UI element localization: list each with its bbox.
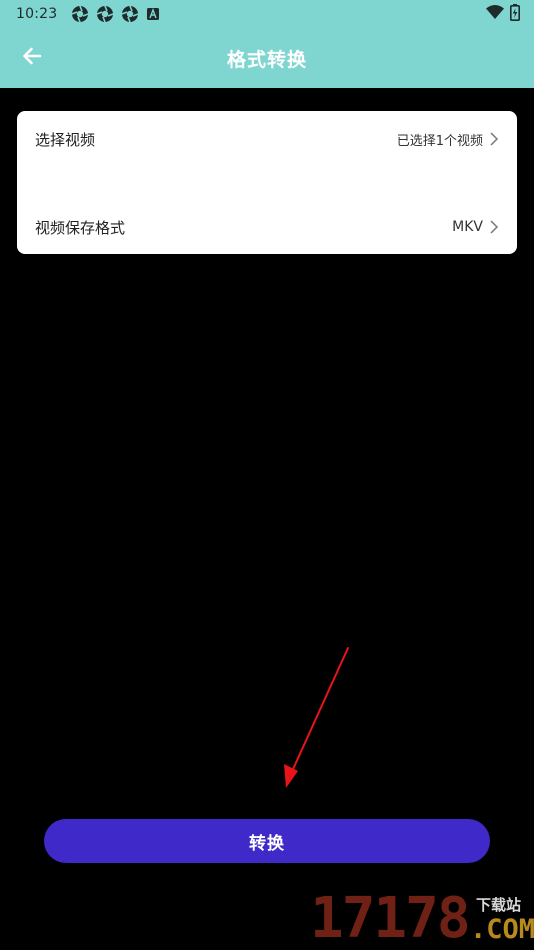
chevron-right-icon	[489, 219, 499, 235]
select-video-label: 选择视频	[35, 130, 96, 149]
text-a-icon	[146, 5, 164, 23]
wifi-icon	[486, 5, 504, 23]
select-video-row[interactable]: 选择视频 已选择1个视频	[17, 111, 517, 167]
aperture-icon	[96, 5, 114, 23]
save-format-value: MKV	[452, 219, 483, 235]
status-time: 10:23	[16, 6, 58, 22]
save-format-row[interactable]: 视频保存格式 MKV	[17, 199, 517, 255]
convert-button[interactable]: 转换	[44, 819, 490, 863]
aperture-icon	[121, 5, 139, 23]
battery-icon	[510, 3, 520, 25]
app-bar: 格式转换	[0, 28, 534, 88]
status-bar: 10:23	[0, 0, 534, 28]
screen: 10:23 格式转换 选择视频 已选择1个视频 视频保存格式 MKV 转换 17…	[0, 0, 534, 950]
chevron-right-icon	[489, 131, 499, 147]
watermark-domain: .COM	[470, 914, 534, 945]
header: 10:23 格式转换	[0, 0, 534, 88]
page-title: 格式转换	[226, 48, 307, 71]
annotation-arrow-icon	[270, 640, 360, 800]
site-watermark: 17178 下载站 .COM	[310, 888, 534, 950]
status-right	[486, 3, 520, 25]
aperture-icon	[71, 5, 89, 23]
select-video-value: 已选择1个视频	[396, 133, 483, 149]
watermark-digits: 17178	[310, 886, 471, 950]
watermark-subtitle: 下载站	[476, 896, 522, 914]
settings-card: 选择视频 已选择1个视频 视频保存格式 MKV	[17, 111, 517, 254]
save-format-label: 视频保存格式	[35, 218, 126, 237]
